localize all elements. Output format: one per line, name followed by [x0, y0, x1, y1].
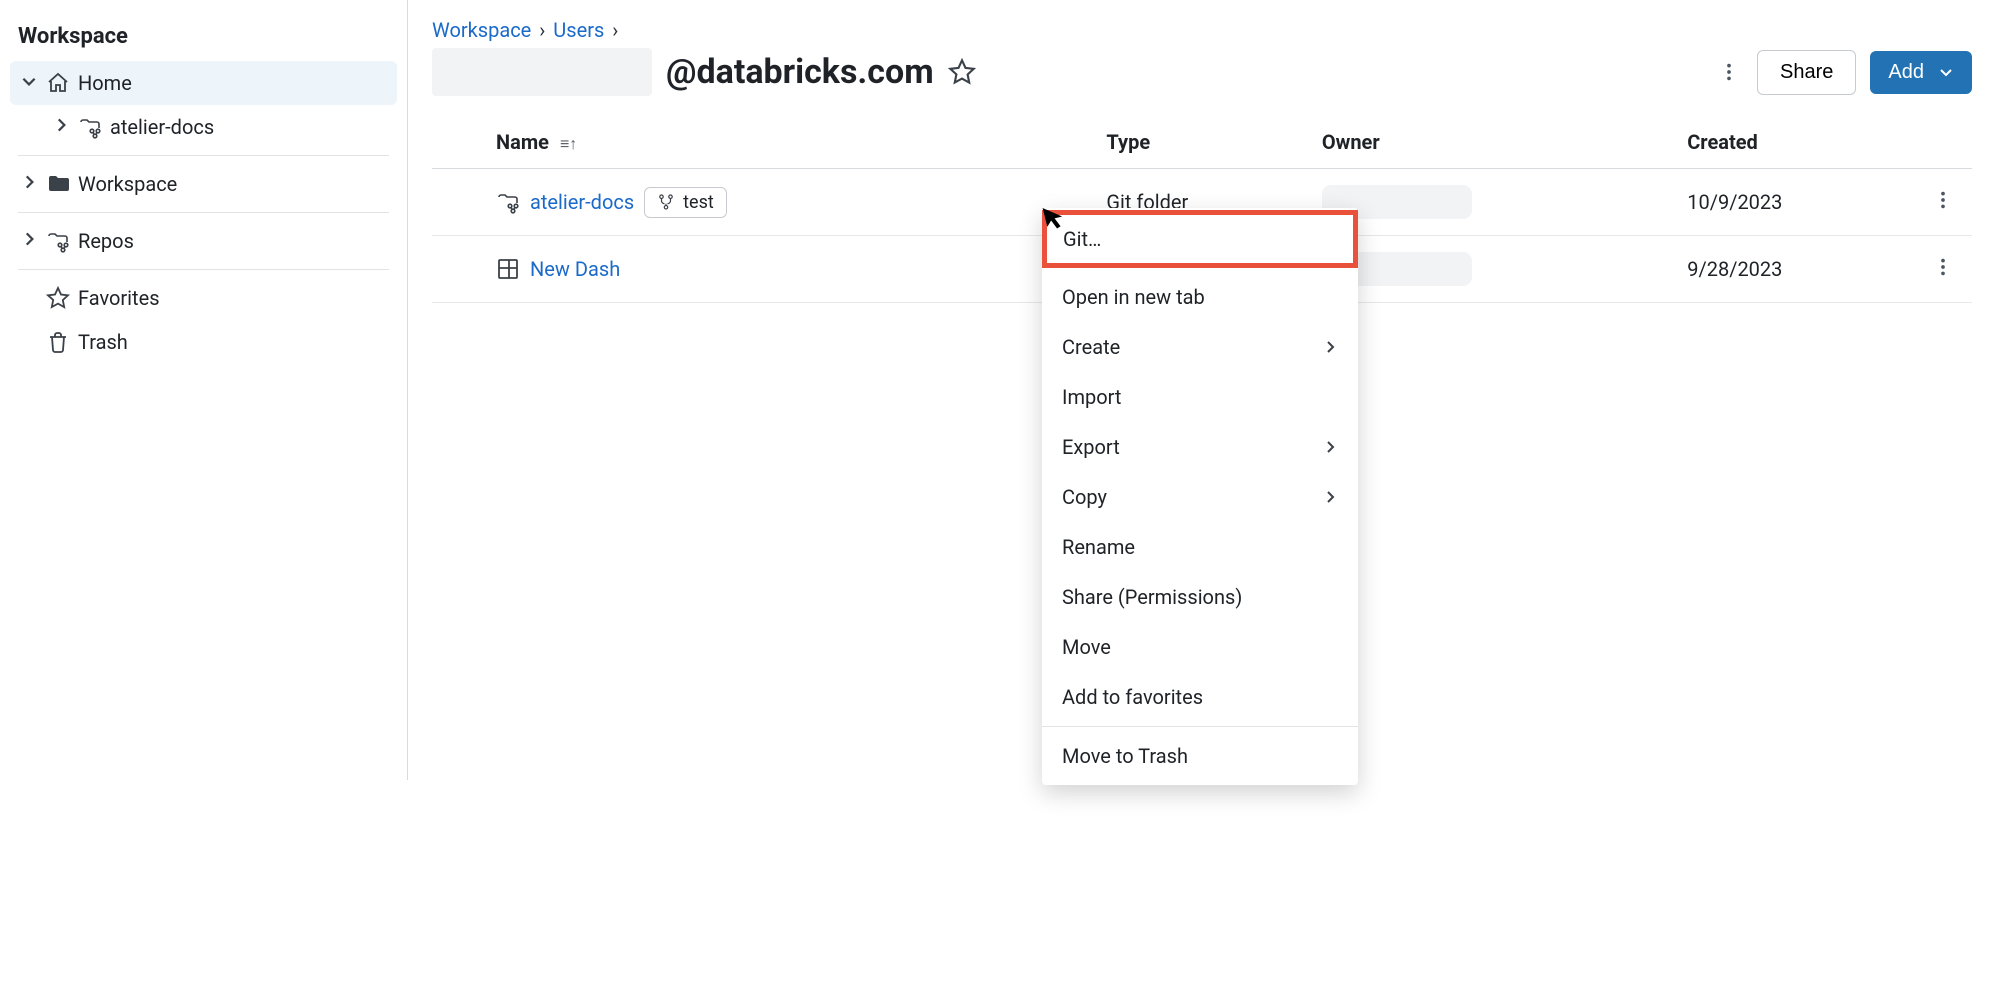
ctx-create[interactable]: Create — [1042, 322, 1358, 372]
tree-label-trash: Trash — [78, 330, 128, 354]
col-created[interactable]: Created — [1679, 118, 1924, 169]
branch-tag[interactable]: test — [644, 187, 727, 218]
kebab-button[interactable] — [1715, 54, 1743, 90]
main: Workspace › Users › @databricks.com Shar… — [408, 0, 1992, 780]
ctx-trash-label: Move to Trash — [1062, 744, 1188, 768]
tree-item-workspace[interactable]: Workspace — [10, 162, 397, 206]
home-icon — [46, 71, 70, 95]
ctx-rename-label: Rename — [1062, 535, 1135, 559]
chevron-right-icon — [52, 115, 70, 139]
breadcrumb-sep: › — [612, 18, 618, 42]
divider — [18, 155, 389, 156]
row-name-link[interactable]: New Dash — [530, 257, 620, 281]
chevron-right-icon — [1322, 489, 1338, 505]
row-kebab-icon[interactable] — [1932, 259, 1954, 283]
ctx-add-favorites[interactable]: Add to favorites — [1042, 672, 1358, 722]
chevron-right-icon — [1322, 339, 1338, 355]
tree-label-home: Home — [78, 71, 132, 95]
folder-icon — [46, 172, 70, 196]
chevron-down-icon — [1938, 64, 1954, 80]
ctx-create-label: Create — [1062, 335, 1120, 359]
tree-label-repos: Repos — [78, 229, 134, 253]
ctx-share-label: Share (Permissions) — [1062, 585, 1242, 609]
ctx-rename[interactable]: Rename — [1042, 522, 1358, 572]
ctx-move-trash[interactable]: Move to Trash — [1042, 731, 1358, 781]
breadcrumb: Workspace › Users › — [432, 18, 1972, 42]
git-folder-icon — [78, 115, 102, 139]
ctx-import[interactable]: Import — [1042, 372, 1358, 422]
ctx-export-label: Export — [1062, 435, 1120, 459]
tree-label-workspace: Workspace — [78, 172, 177, 196]
tree: Home atelier-docs Workspace — [0, 61, 407, 364]
repos-icon — [46, 229, 70, 253]
row-name-link[interactable]: atelier-docs — [530, 190, 634, 214]
share-button[interactable]: Share — [1757, 50, 1856, 95]
breadcrumb-item-users[interactable]: Users — [553, 18, 604, 42]
tree-item-trash[interactable]: Trash — [10, 320, 397, 364]
chevron-down-icon — [20, 71, 38, 95]
sidebar: Workspace Home atelier-docs — [0, 0, 408, 780]
ctx-git[interactable]: Git… — [1042, 210, 1358, 268]
ctx-open-label: Open in new tab — [1062, 285, 1205, 309]
ctx-open-new-tab[interactable]: Open in new tab — [1042, 272, 1358, 322]
col-name-label: Name — [496, 130, 549, 154]
trash-icon — [46, 330, 70, 354]
ctx-import-label: Import — [1062, 385, 1121, 409]
chevron-right-icon — [20, 229, 38, 253]
col-type[interactable]: Type — [1098, 118, 1313, 169]
star-icon — [46, 286, 70, 310]
divider — [1042, 726, 1358, 727]
ctx-export[interactable]: Export — [1042, 422, 1358, 472]
sort-asc-icon: ≡↑ — [560, 134, 577, 153]
add-button-label: Add — [1888, 61, 1924, 84]
tree-item-repos[interactable]: Repos — [10, 219, 397, 263]
row-kebab-icon[interactable] — [1932, 192, 1954, 216]
ctx-fav-label: Add to favorites — [1062, 685, 1203, 709]
row-created: 9/28/2023 — [1679, 236, 1924, 303]
ctx-share-permissions[interactable]: Share (Permissions) — [1042, 572, 1358, 622]
tree-label-atelier: atelier-docs — [110, 115, 214, 139]
redacted-user — [432, 48, 652, 96]
divider — [18, 269, 389, 270]
branch-name: test — [683, 192, 714, 213]
dashboard-icon — [496, 257, 520, 281]
star-outline-icon[interactable] — [948, 58, 976, 86]
tree-item-home[interactable]: Home — [10, 61, 397, 105]
sidebar-title: Workspace — [0, 16, 407, 61]
row-created: 10/9/2023 — [1679, 169, 1924, 236]
col-name[interactable]: Name ≡↑ — [432, 118, 1098, 169]
add-button[interactable]: Add — [1870, 51, 1972, 94]
page-title: @databricks.com — [666, 52, 934, 92]
header-row: @databricks.com Share Add — [432, 48, 1972, 96]
git-folder-icon — [496, 190, 520, 214]
chevron-right-icon — [20, 172, 38, 196]
ctx-copy-label: Copy — [1062, 485, 1107, 509]
branch-icon — [657, 193, 675, 211]
ctx-copy[interactable]: Copy — [1042, 472, 1358, 522]
breadcrumb-item-workspace[interactable]: Workspace — [432, 18, 531, 42]
chevron-right-icon — [1322, 439, 1338, 455]
tree-item-favorites[interactable]: Favorites — [10, 276, 397, 320]
context-menu: Git… Open in new tab Create Import Expor… — [1042, 208, 1358, 785]
divider — [18, 212, 389, 213]
ctx-move[interactable]: Move — [1042, 622, 1358, 672]
tree-item-atelier-docs[interactable]: atelier-docs — [10, 105, 397, 149]
col-owner[interactable]: Owner — [1314, 118, 1679, 169]
tree-label-favorites: Favorites — [78, 286, 160, 310]
breadcrumb-sep: › — [539, 18, 545, 42]
ctx-move-label: Move — [1062, 635, 1111, 659]
